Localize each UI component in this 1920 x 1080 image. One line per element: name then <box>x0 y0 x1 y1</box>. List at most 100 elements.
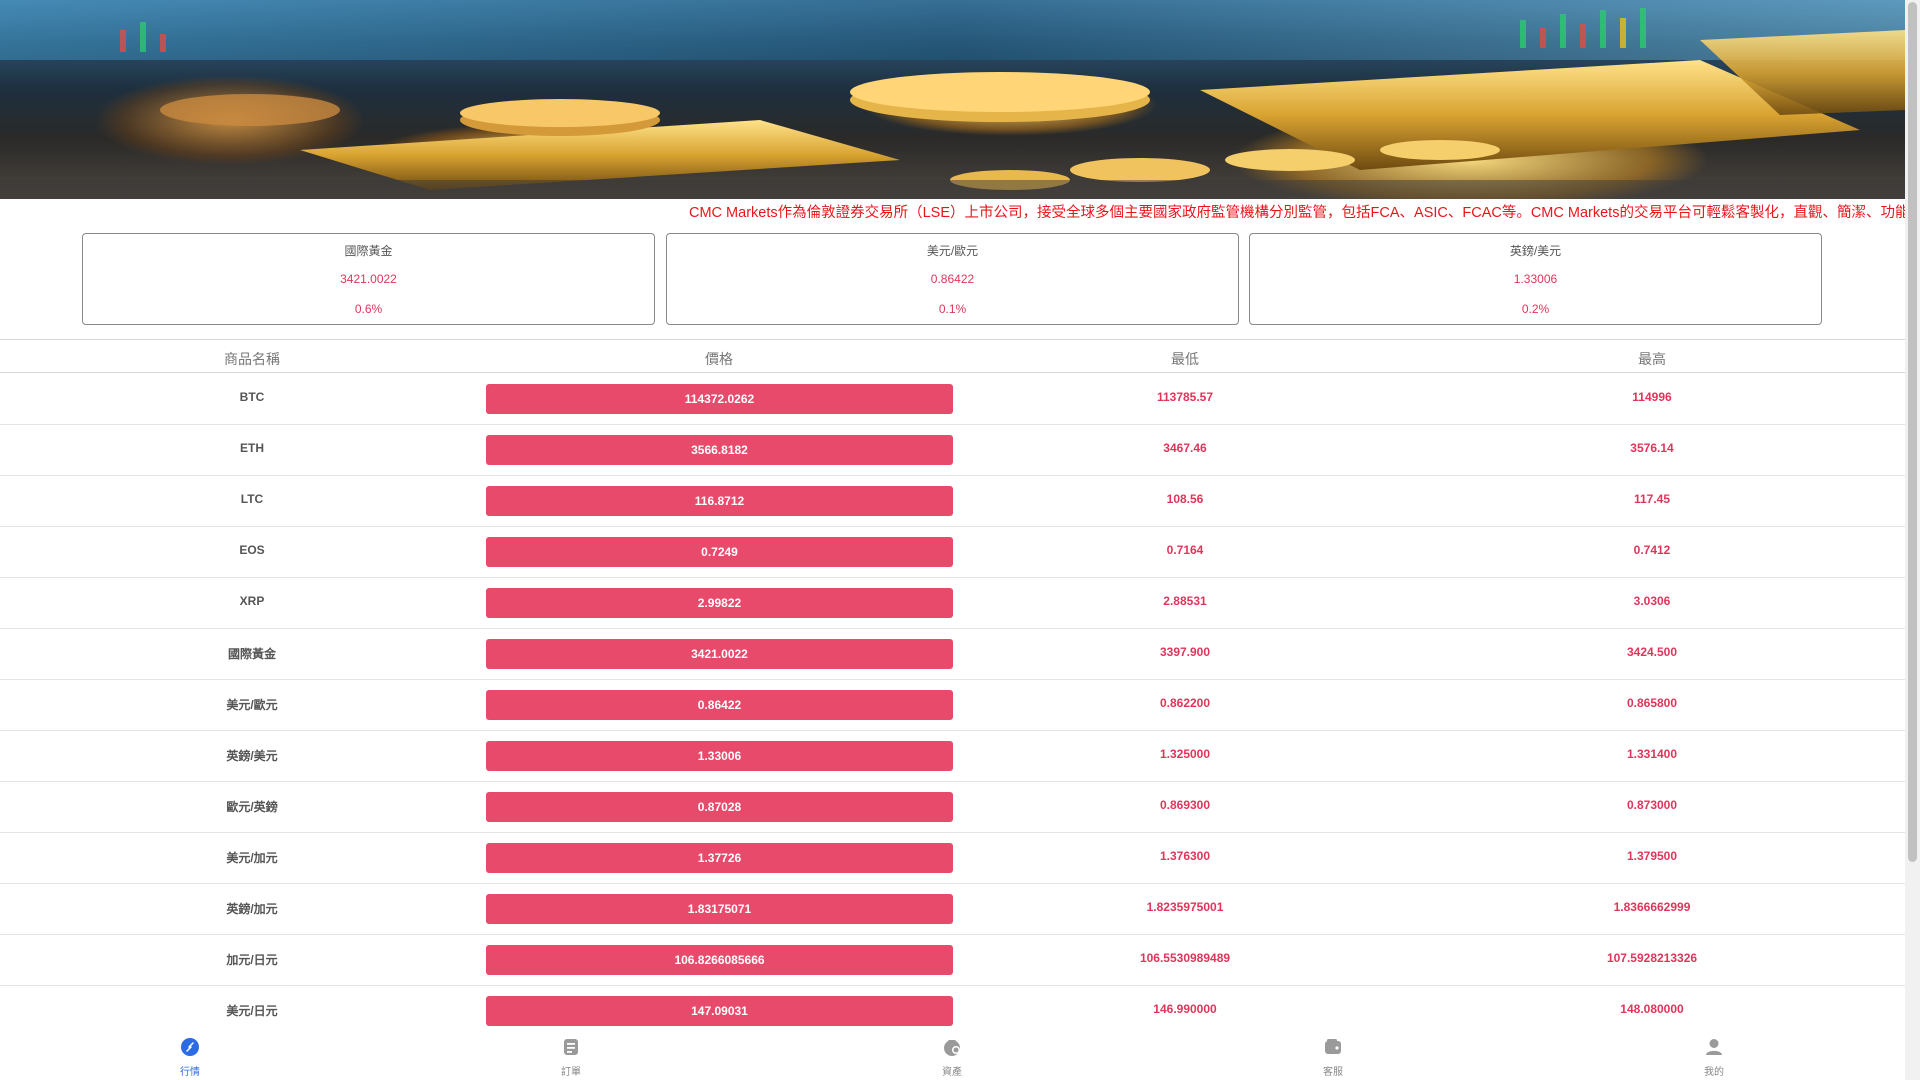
row-price-badge[interactable]: 116.8712 <box>486 486 953 516</box>
profile-icon <box>1706 1039 1722 1055</box>
notice-marquee: CMC Markets作為倫敦證券交易所（LSE）上市公司，接受全球多個主要國家… <box>0 199 1905 221</box>
row-high: 1.331400 <box>1626 747 1678 761</box>
quote-card-name: 美元/歐元 <box>926 244 979 258</box>
nav-item-assets[interactable]: 資產 <box>892 1031 1012 1080</box>
quote-card-name: 英鎊/美元 <box>1509 244 1562 258</box>
quote-card-price: 3421.0022 <box>340 272 397 286</box>
table-row[interactable]: 美元/加元 1.37726 1.376300 1.379500 <box>0 832 1905 884</box>
column-header-price: 價格 <box>705 351 733 367</box>
market-table-header: 商品名稱 價格 最低 最高 <box>0 340 1905 372</box>
row-high: 3424.500 <box>1626 645 1678 659</box>
row-low: 106.5530989489 <box>1139 951 1231 965</box>
row-price-badge[interactable]: 3566.8182 <box>486 435 953 465</box>
column-header-name: 商品名稱 <box>224 351 280 367</box>
quote-card-name: 國際黃金 <box>344 244 393 258</box>
row-price-badge[interactable]: 0.87028 <box>486 792 953 822</box>
table-row[interactable]: BTC 114372.0262 113785.57 114996 <box>0 373 1905 425</box>
row-high: 1.8366662999 <box>1613 900 1691 914</box>
row-high: 117.45 <box>1633 492 1671 506</box>
quote-card-change: 0.6% <box>354 302 383 316</box>
row-low: 108.56 <box>1166 492 1204 506</box>
row-high: 0.865800 <box>1626 696 1678 710</box>
row-symbol: 美元/日元 <box>226 1004 278 1018</box>
table-row[interactable]: EOS 0.7249 0.7164 0.7412 <box>0 526 1905 578</box>
row-symbol: ETH <box>240 441 264 455</box>
table-row[interactable]: 歐元/英鎊 0.87028 0.869300 0.873000 <box>0 781 1905 833</box>
quote-card-gold[interactable]: 國際黃金 3421.0022 0.6% <box>82 233 655 325</box>
market-icon <box>181 1038 199 1056</box>
notice-text: CMC Markets作為倫敦證券交易所（LSE）上市公司，接受全球多個主要國家… <box>689 205 1905 221</box>
table-row[interactable]: 國際黃金 3421.0022 3397.900 3424.500 <box>0 628 1905 680</box>
app-root: CMC Markets作為倫敦證券交易所（LSE）上市公司，接受全球多個主要國家… <box>0 0 1905 1080</box>
quote-card-gbp-usd[interactable]: 英鎊/美元 1.33006 0.2% <box>1249 233 1822 325</box>
quote-card-change: 0.1% <box>938 302 967 316</box>
row-price-badge[interactable]: 0.86422 <box>486 690 953 720</box>
row-high: 107.5928213326 <box>1606 951 1698 965</box>
nav-item-support[interactable]: 客服 <box>1273 1031 1393 1080</box>
quote-cards: 國際黃金 3421.0022 0.6% 美元/歐元 0.86422 0.1% 英… <box>82 233 1823 325</box>
assets-icon <box>944 1040 960 1056</box>
quote-card-usd-eur[interactable]: 美元/歐元 0.86422 0.1% <box>666 233 1239 325</box>
row-symbol: XRP <box>239 594 265 608</box>
row-price-badge[interactable]: 1.33006 <box>486 741 953 771</box>
quote-card-change: 0.2% <box>1521 302 1550 316</box>
row-price-badge[interactable]: 147.09031 <box>486 996 953 1026</box>
table-row[interactable]: 美元/歐元 0.86422 0.862200 0.865800 <box>0 679 1905 731</box>
row-price-badge[interactable]: 3421.0022 <box>486 639 953 669</box>
row-high: 148.080000 <box>1620 1002 1684 1016</box>
row-high: 3.0306 <box>1633 594 1671 608</box>
row-low: 0.862200 <box>1159 696 1211 710</box>
nav-label: 資產 <box>942 1067 962 1078</box>
nav-item-profile[interactable]: 我的 <box>1654 1031 1774 1080</box>
quote-card-price: 1.33006 <box>1513 272 1558 286</box>
row-symbol: BTC <box>239 390 265 404</box>
bottom-nav: 行情 訂單 資產 客服 我的 <box>0 1031 1905 1080</box>
table-row[interactable]: 英鎊/加元 1.83175071 1.8235975001 1.83666629… <box>0 883 1905 935</box>
nav-label: 訂單 <box>561 1067 581 1078</box>
row-symbol: 美元/加元 <box>226 851 278 865</box>
scrollbar-thumb[interactable] <box>1908 2 1917 862</box>
table-row[interactable]: 英鎊/美元 1.33006 1.325000 1.331400 <box>0 730 1905 782</box>
column-header-low: 最低 <box>1171 351 1199 367</box>
row-symbol: 歐元/英鎊 <box>226 800 278 814</box>
row-low: 1.325000 <box>1159 747 1211 761</box>
row-low: 0.869300 <box>1159 798 1211 812</box>
row-low: 3467.46 <box>1163 441 1207 455</box>
table-row[interactable]: 加元/日元 106.8266085666 106.5530989489 107.… <box>0 934 1905 986</box>
orders-icon <box>564 1039 578 1055</box>
row-symbol: 國際黃金 <box>227 647 276 661</box>
table-row[interactable]: LTC 116.8712 108.56 117.45 <box>0 475 1905 527</box>
nav-item-orders[interactable]: 訂單 <box>511 1031 631 1080</box>
row-high: 3576.14 <box>1630 441 1674 455</box>
row-high: 0.7412 <box>1633 543 1671 557</box>
row-low: 3397.900 <box>1159 645 1211 659</box>
row-high: 114996 <box>1632 390 1672 404</box>
row-low: 113785.57 <box>1156 390 1214 404</box>
row-price-badge[interactable]: 0.7249 <box>486 537 953 567</box>
row-symbol: 英鎊/加元 <box>226 902 278 916</box>
quote-card-price: 0.86422 <box>930 272 975 286</box>
table-row[interactable]: 美元/日元 147.09031 146.990000 148.080000 <box>0 985 1905 1037</box>
nav-item-market[interactable]: 行情 <box>130 1031 250 1080</box>
support-icon <box>1325 1039 1341 1054</box>
row-symbol: EOS <box>239 543 265 557</box>
column-header-high: 最高 <box>1638 351 1666 367</box>
row-price-badge[interactable]: 106.8266085666 <box>486 945 953 975</box>
page-scrollbar[interactable] <box>1905 0 1920 1080</box>
row-price-badge[interactable]: 114372.0262 <box>486 384 953 414</box>
row-low: 1.376300 <box>1159 849 1211 863</box>
table-row[interactable]: ETH 3566.8182 3467.46 3576.14 <box>0 424 1905 476</box>
row-price-badge[interactable]: 1.83175071 <box>486 894 953 924</box>
row-low: 1.8235975001 <box>1146 900 1224 914</box>
row-price-badge[interactable]: 2.99822 <box>486 588 953 618</box>
banner-image <box>0 0 1905 199</box>
row-symbol: LTC <box>240 492 264 506</box>
row-high: 0.873000 <box>1626 798 1678 812</box>
row-low: 2.88531 <box>1163 594 1207 608</box>
row-price-badge[interactable]: 1.37726 <box>486 843 953 873</box>
market-table-body: BTC 114372.0262 113785.57 114996 ETH 356… <box>0 373 1905 1037</box>
row-low: 0.7164 <box>1166 543 1204 557</box>
gold-coins-illustration <box>0 0 1905 199</box>
table-row[interactable]: XRP 2.99822 2.88531 3.0306 <box>0 577 1905 629</box>
row-low: 146.990000 <box>1153 1002 1217 1016</box>
